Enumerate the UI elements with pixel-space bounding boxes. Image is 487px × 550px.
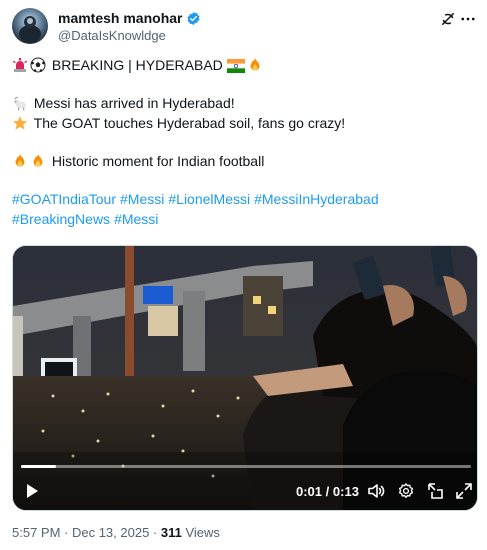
video-player[interactable]: 0:01 / 0:13 [12,245,478,511]
hashtags-line-1: #GOATIndiaTour #Messi #LionelMessi #MessiIn… [12,189,472,209]
verified-badge-icon [186,11,201,26]
historic-text: Historic moment for Indian football [51,153,265,169]
hashtag-link[interactable]: #MessiInHyderabad [254,191,379,207]
text-line-breaking: BREAKING | HYDERABAD [12,55,472,75]
hashtag-link[interactable]: #Messi [114,211,158,227]
hashtags-line-2: #BreakingNews #Messi [12,209,472,229]
name-row: mamtesh manohar [58,9,201,27]
hashtag-link[interactable]: #GOATIndiaTour [12,191,116,207]
timestamp[interactable]: 5:57 PM · Dec 13, 2025 · [12,525,157,540]
fire-emoji [12,153,28,169]
current-time: 0:01 [296,484,323,499]
tweet-text: BREAKING | HYDERABAD Messi has arrived i… [12,55,472,229]
settings-icon[interactable] [397,482,415,500]
goat-text: The GOAT touches Hyderabad soil, fans go… [33,115,346,131]
soccer-ball-emoji [30,57,46,73]
views-label: Views [185,525,220,540]
tweet-header: mamtesh manohar @DataIsKnowldge [12,8,477,48]
video-controls: 0:01 / 0:13 [13,474,477,510]
tweet-card: mamtesh manohar @DataIsKnowldge BREAKING… [0,0,487,550]
breaking-text: BREAKING | HYDERABAD [51,57,223,73]
video-frame [13,246,477,510]
views-count: 311 [160,525,182,540]
grok-icon[interactable] [439,10,457,28]
text-line-historic: Historic moment for Indian football [12,151,472,171]
siren-emoji [12,57,28,73]
display-name[interactable]: mamtesh manohar [58,10,182,26]
duration: 0:13 [332,484,359,499]
fullscreen-icon[interactable] [455,482,473,500]
india-flag-emoji [226,58,245,74]
more-icon[interactable] [459,10,477,28]
text-line-goat: The GOAT touches Hyderabad soil, fans go… [12,113,472,133]
fire-emoji [30,153,46,169]
arrived-text: Messi has arrived in Hyderabad! [33,95,235,111]
time-separator: / [325,484,330,499]
hashtag-link[interactable]: #Messi [120,191,164,207]
handle[interactable]: @DataIsKnowldge [58,28,166,43]
volume-icon[interactable] [367,482,385,500]
progress-bar[interactable] [21,465,471,468]
tweet-meta: 5:57 PM · Dec 13, 2025 · 311 Views [12,525,220,540]
avatar[interactable] [12,8,48,44]
fire-emoji [247,57,263,73]
pip-icon[interactable] [426,482,444,500]
play-icon[interactable] [23,482,41,500]
hashtag-link[interactable]: #BreakingNews [12,211,110,227]
star-emoji [12,115,28,131]
text-line-arrived: Messi has arrived in Hyderabad! [12,93,472,113]
goat-emoji [12,95,28,111]
hashtag-link[interactable]: #LionelMessi [168,191,250,207]
progress-fill [21,465,56,468]
video-time: 0:01 / 0:13 [296,484,359,499]
